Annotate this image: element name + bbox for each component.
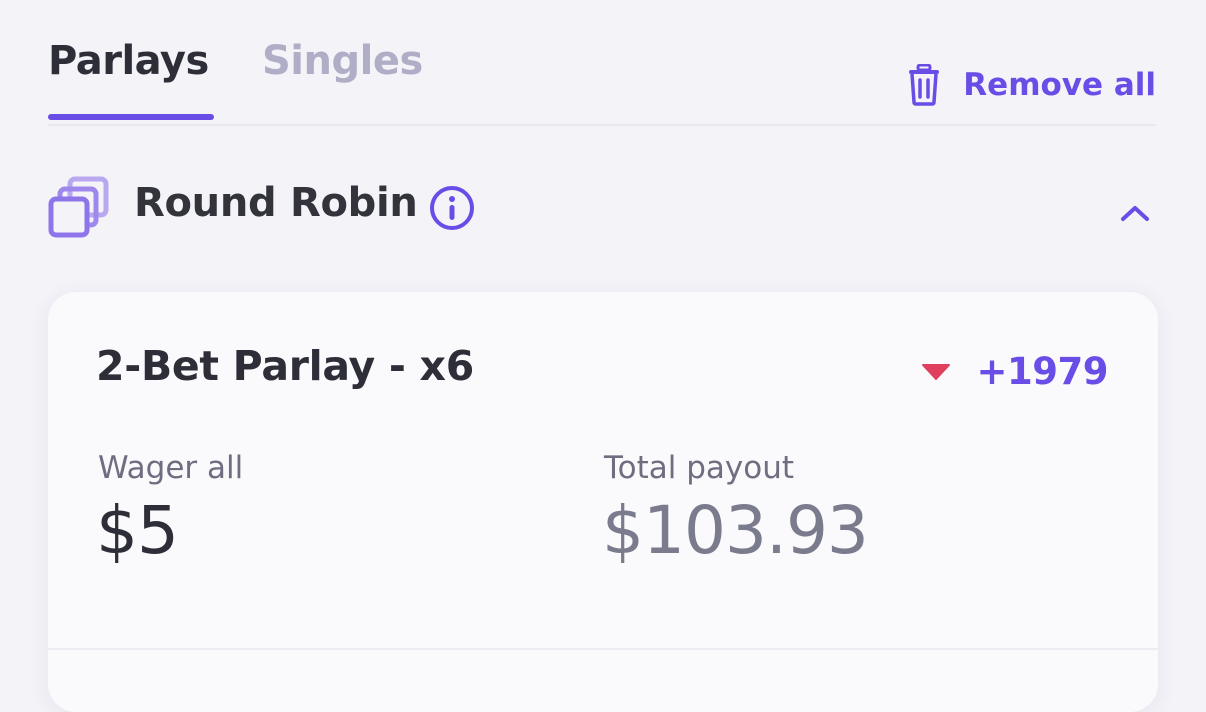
bet-type-tabs: Parlays Singles Remove all [48,30,1156,126]
tab-singles[interactable]: Singles [262,38,423,84]
parlay-card: 2-Bet Parlay - x6 +1979 Wager all $5 Tot… [48,292,1158,712]
remove-all-button[interactable]: Remove all [907,62,1156,108]
chevron-up-icon[interactable] [1120,204,1150,222]
active-tab-indicator [48,114,214,120]
parlay-title: 2-Bet Parlay - x6 [96,342,474,390]
trash-icon [909,64,940,106]
odds-display: +1979 [921,350,1109,393]
tab-parlays[interactable]: Parlays [48,38,209,84]
card-divider [48,648,1158,650]
wager-value[interactable]: $5 [96,492,179,569]
section-title: Round Robin [134,180,418,226]
payout-label: Total payout [604,450,795,486]
odds-value: +1979 [976,350,1109,393]
round-robin-icon [48,176,109,238]
info-icon[interactable] [428,184,476,232]
caret-down-icon [921,363,950,380]
payout-value: $103.93 [602,492,869,569]
remove-all-label: Remove all [963,67,1156,103]
wager-label: Wager all [98,450,244,486]
round-robin-header[interactable]: Round Robin [48,176,1156,238]
